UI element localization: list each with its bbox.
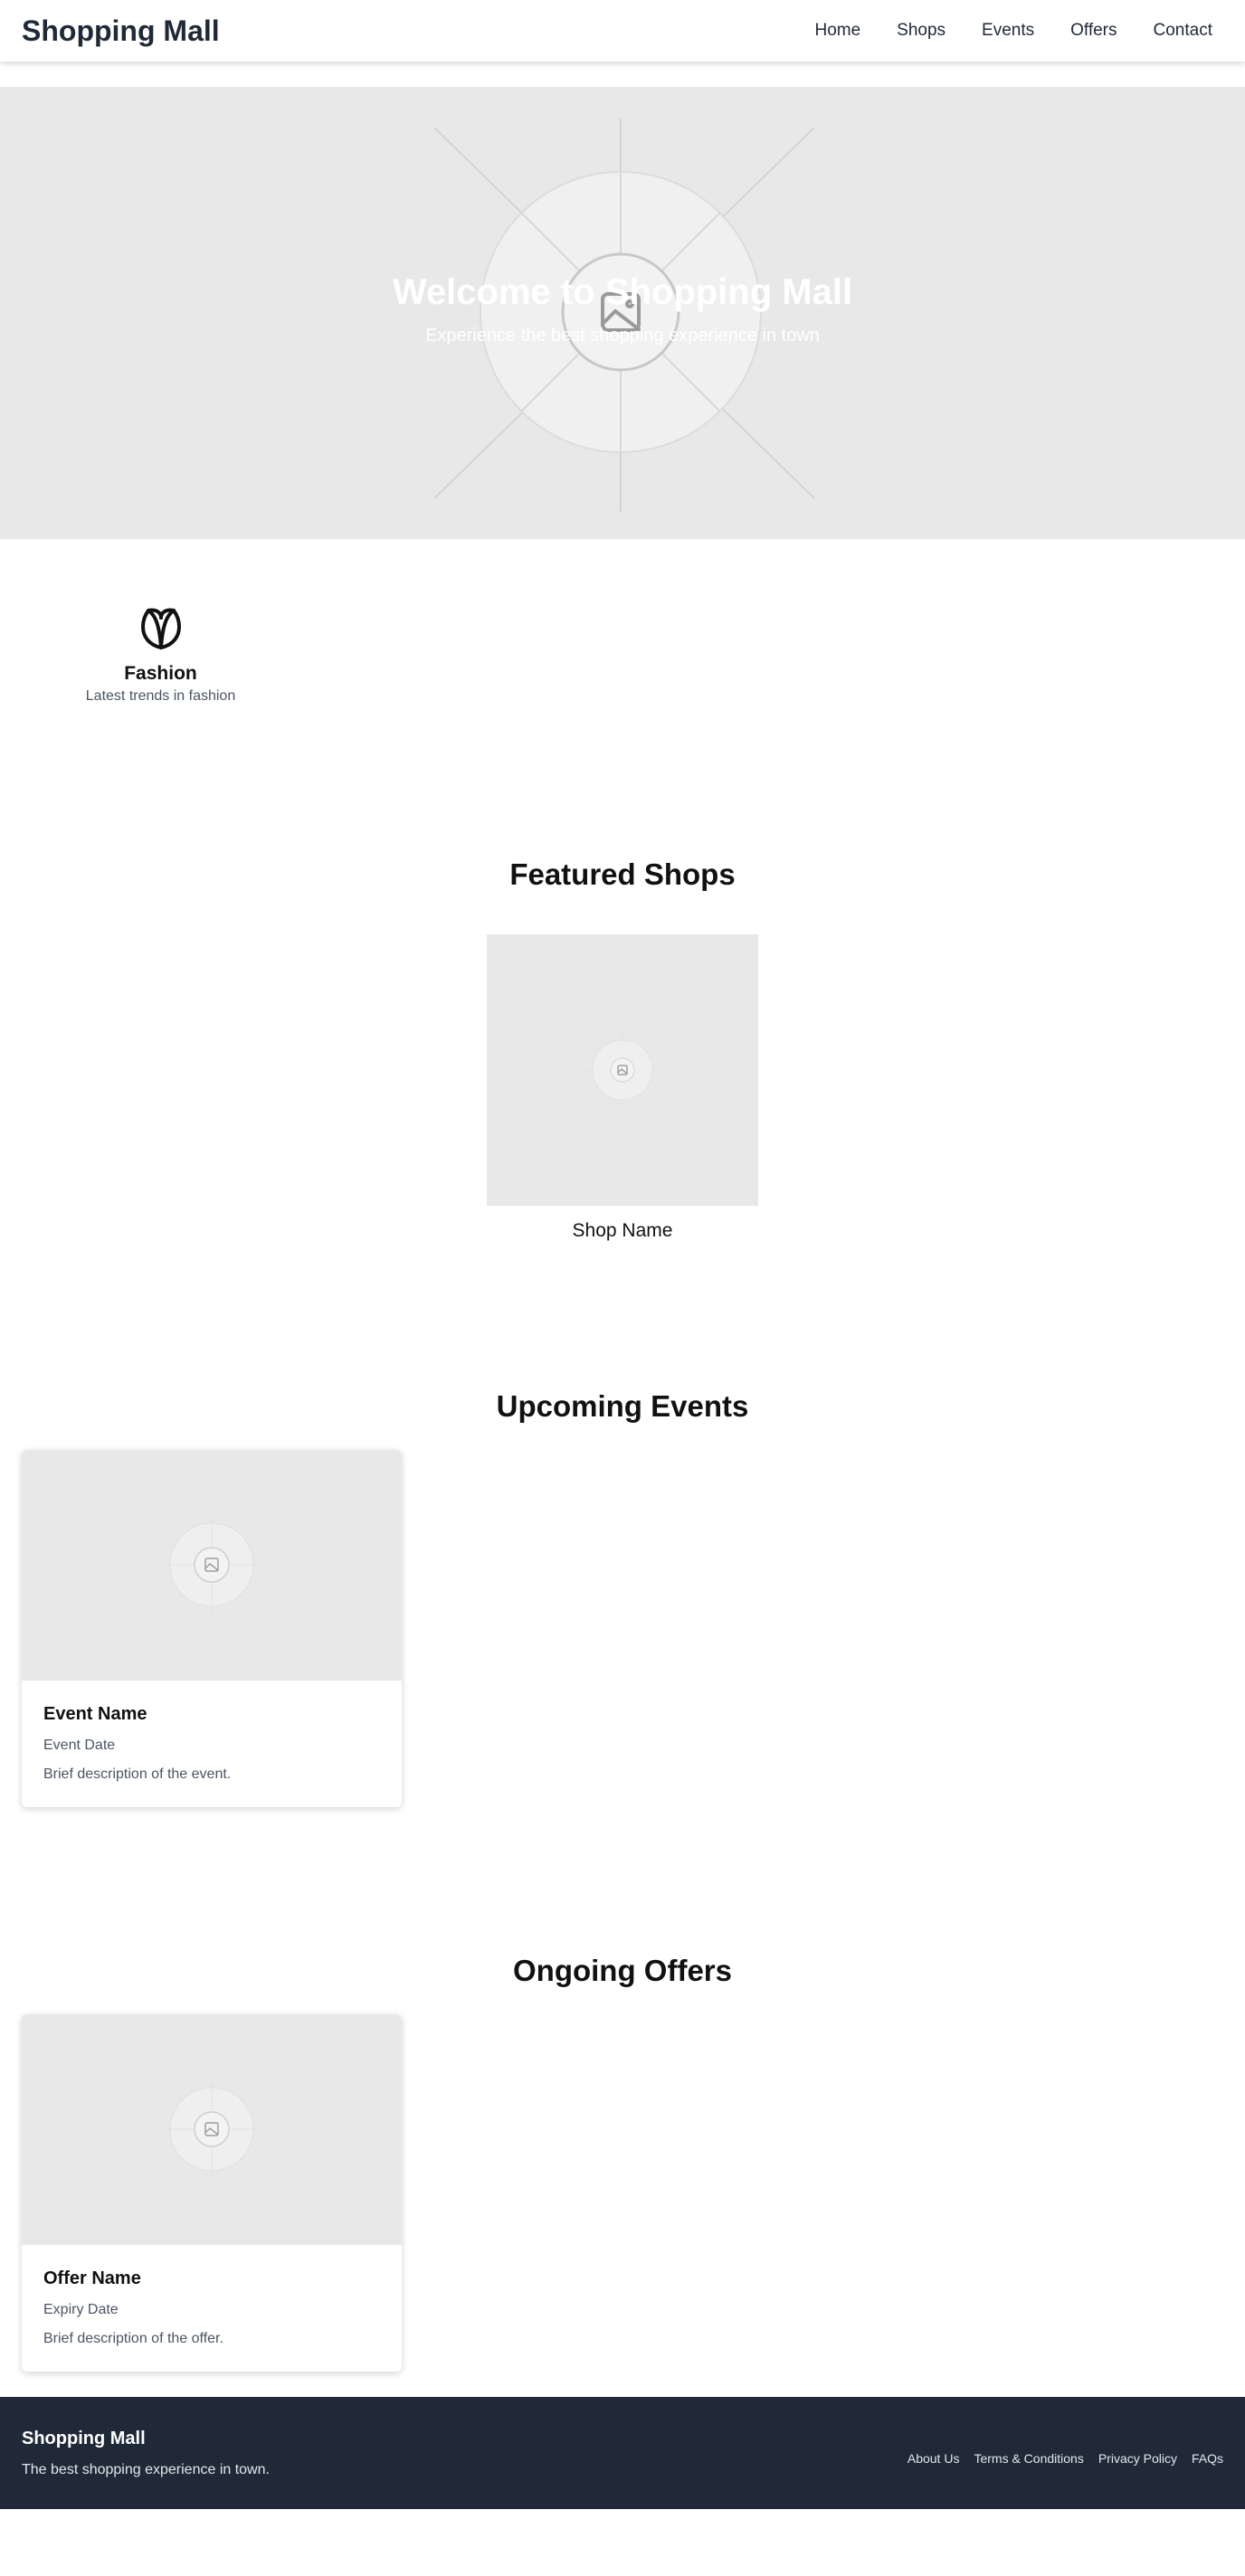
brand-logo[interactable]: Shopping Mall [22, 14, 220, 48]
nav-events[interactable]: Events [964, 21, 1052, 41]
footer-link-privacy[interactable]: Privacy Policy [1098, 2451, 1177, 2466]
featured-shops-section: Featured Shops Shop Name [0, 801, 1245, 1344]
footer-brand-block: Shopping Mall The best shopping experien… [22, 2429, 270, 2478]
section-title: Upcoming Events [496, 1389, 749, 1423]
category-description: Latest trends in fashion [85, 688, 236, 704]
image-placeholder-icon [166, 1518, 257, 1613]
site-header: Shopping Mall Home Shops Events Offers C… [0, 0, 1245, 62]
image-placeholder-icon [586, 1034, 659, 1106]
leaf-icon [140, 608, 181, 649]
nav-home[interactable]: Home [796, 21, 879, 41]
event-image [22, 1450, 402, 1681]
offer-image [22, 2014, 402, 2245]
footer-link-faqs[interactable]: FAQs [1192, 2451, 1223, 2466]
image-placeholder-icon [166, 2082, 257, 2177]
offer-expiry-date: Expiry Date [43, 2302, 119, 2317]
footer-link-about[interactable]: About Us [908, 2451, 960, 2466]
category-title: Fashion [124, 663, 197, 684]
shop-name: Shop Name [572, 1220, 673, 1241]
events-section: Upcoming Events Event Name Event Date Br… [0, 1344, 1245, 1908]
nav-contact[interactable]: Contact [1136, 21, 1223, 41]
footer-tagline: The best shopping experience in town. [22, 2461, 270, 2477]
site-footer: Shopping Mall The best shopping experien… [0, 2397, 1245, 2509]
event-description: Brief description of the event. [43, 1766, 232, 1782]
event-name: Event Name [43, 1704, 147, 1724]
offer-description: Brief description of the offer. [43, 2331, 223, 2346]
categories-section: Fashion Latest trends in fashion [0, 539, 1245, 801]
offer-card[interactable]: Offer Name Expiry Date Brief description… [22, 2014, 402, 2372]
hero-banner: Welcome to Shopping Mall Experience the … [0, 87, 1245, 539]
offer-body: Offer Name Expiry Date Brief description… [22, 2245, 402, 2347]
nav-shops[interactable]: Shops [879, 21, 964, 41]
section-title: Ongoing Offers [513, 1954, 732, 1987]
event-date: Event Date [43, 1738, 116, 1753]
shop-image [487, 934, 758, 1206]
footer-link-terms[interactable]: Terms & Conditions [974, 2451, 1083, 2466]
offer-name: Offer Name [43, 2268, 141, 2288]
main-nav: Home Shops Events Offers Contact [796, 21, 1223, 41]
nav-offers[interactable]: Offers [1052, 21, 1135, 41]
hero-subtitle: Experience the best shopping experience … [425, 326, 820, 346]
offers-section: Ongoing Offers Offer Name Expiry Date Br… [0, 1908, 1245, 2397]
shop-card[interactable]: Shop Name [487, 934, 758, 1242]
category-card-fashion[interactable]: Fashion Latest trends in fashion [63, 607, 258, 705]
footer-title: Shopping Mall [22, 2428, 146, 2448]
hero-title: Welcome to Shopping Mall [392, 272, 853, 312]
event-body: Event Name Event Date Brief description … [22, 1681, 402, 1783]
section-title: Featured Shops [509, 857, 736, 891]
hero-text: Welcome to Shopping Mall Experience the … [0, 272, 1245, 346]
event-card[interactable]: Event Name Event Date Brief description … [22, 1450, 402, 1807]
footer-links: About Us Terms & Conditions Privacy Poli… [908, 2451, 1223, 2466]
